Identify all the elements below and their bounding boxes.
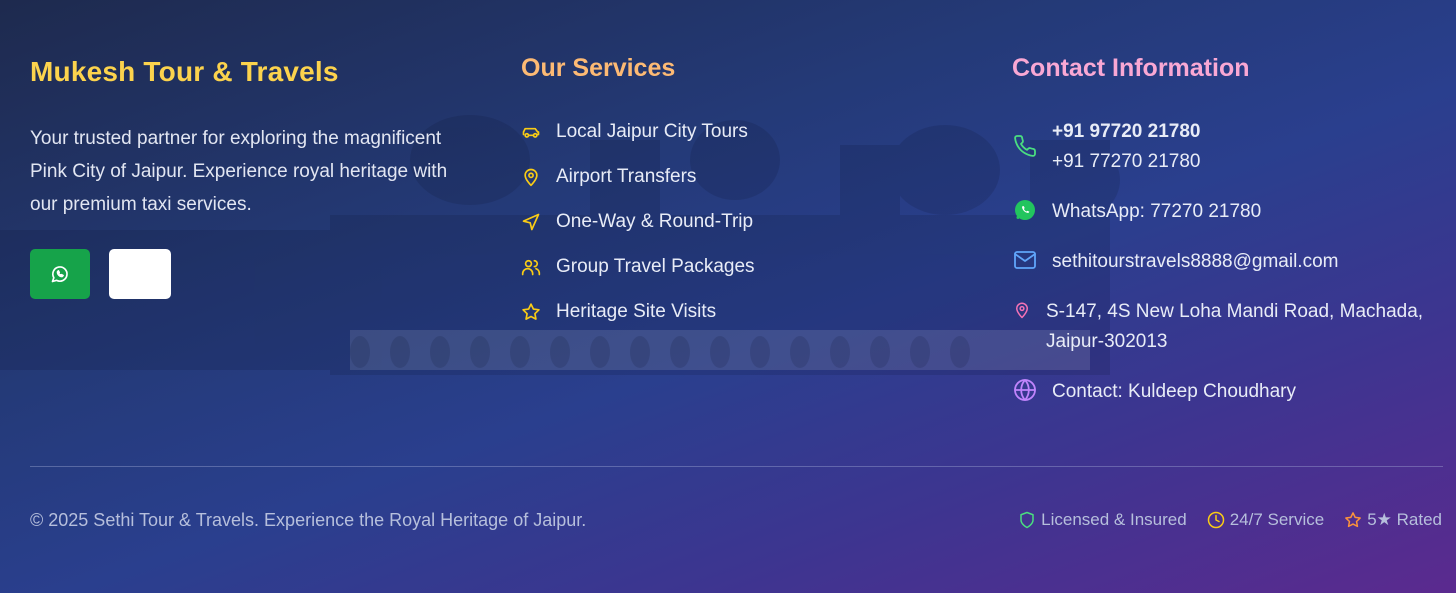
service-label: Local Jaipur City Tours — [556, 121, 748, 142]
whatsapp-label: WhatsApp: 77270 21780 — [1052, 201, 1262, 222]
shield-icon — [1020, 511, 1034, 529]
badge-rated: 5★ Rated — [1344, 510, 1442, 530]
contact-email[interactable]: sethitourstravels8888@gmail.com — [1012, 247, 1338, 277]
brand-title: Mukesh Tour & Travels — [30, 56, 339, 87]
star-icon — [1345, 512, 1362, 528]
contact-title: Contact Information — [1012, 54, 1250, 82]
map-pin-icon — [521, 167, 541, 187]
navigation-icon — [521, 212, 541, 232]
contact-whatsapp[interactable]: WhatsApp: 77270 21780 — [1012, 197, 1261, 227]
service-label: Heritage Site Visits — [556, 301, 717, 322]
whatsapp-social-button[interactable] — [30, 249, 90, 299]
badge-label: Licensed & Insured — [1041, 510, 1187, 529]
address-label: S-147, 4S New Loha Mandi Road, Machada, … — [1046, 301, 1424, 352]
copyright-text: © 2025 Sethi Tour & Travels. Experience … — [30, 510, 587, 530]
whatsapp-icon — [51, 266, 68, 283]
star-icon — [521, 302, 541, 322]
service-item-city-tours[interactable]: Local Jaipur City Tours — [521, 117, 748, 147]
globe-icon — [1012, 377, 1038, 403]
badge-label: 24/7 Service — [1229, 510, 1325, 529]
badge-licensed: Licensed & Insured — [1018, 510, 1187, 530]
contact-phones: +91 97720 21780 +91 77270 21780 — [1012, 117, 1200, 177]
contact-person-label: Contact: Kuldeep Choudhary — [1052, 381, 1296, 402]
social-button-blank[interactable] — [109, 249, 171, 299]
clock-icon — [1207, 511, 1224, 529]
brand-description: Your trusted partner for exploring the m… — [30, 128, 448, 215]
mail-icon — [1012, 247, 1038, 273]
services-title: Our Services — [521, 54, 676, 82]
users-icon — [521, 257, 541, 277]
service-item-one-way[interactable]: One-Way & Round-Trip — [521, 207, 753, 237]
map-pin-icon — [1012, 297, 1032, 323]
whatsapp-icon — [1012, 197, 1038, 223]
service-label: One-Way & Round-Trip — [556, 211, 754, 232]
phone-secondary-link[interactable]: +91 77270 21780 — [1052, 147, 1200, 177]
footer-divider — [30, 466, 1443, 467]
badge-service: 24/7 Service — [1207, 510, 1325, 530]
site-footer: Mukesh Tour & Travels Your trusted partn… — [0, 0, 1456, 593]
service-item-heritage[interactable]: Heritage Site Visits — [521, 297, 716, 327]
contact-person: Contact: Kuldeep Choudhary — [1012, 377, 1296, 407]
contact-address: S-147, 4S New Loha Mandi Road, Machada, … — [1012, 297, 1446, 357]
service-label: Group Travel Packages — [556, 256, 755, 277]
phone-icon — [1012, 133, 1038, 159]
car-icon — [521, 122, 541, 142]
phone-primary-link[interactable]: +91 97720 21780 — [1052, 117, 1200, 147]
email-label: sethitourstravels8888@gmail.com — [1052, 251, 1339, 272]
trust-badges: Licensed & Insured 24/7 Service 5★ Rated — [998, 510, 1442, 530]
service-item-airport[interactable]: Airport Transfers — [521, 162, 696, 192]
service-label: Airport Transfers — [556, 166, 697, 187]
service-item-group[interactable]: Group Travel Packages — [521, 252, 755, 282]
badge-label: 5★ Rated — [1367, 510, 1442, 529]
